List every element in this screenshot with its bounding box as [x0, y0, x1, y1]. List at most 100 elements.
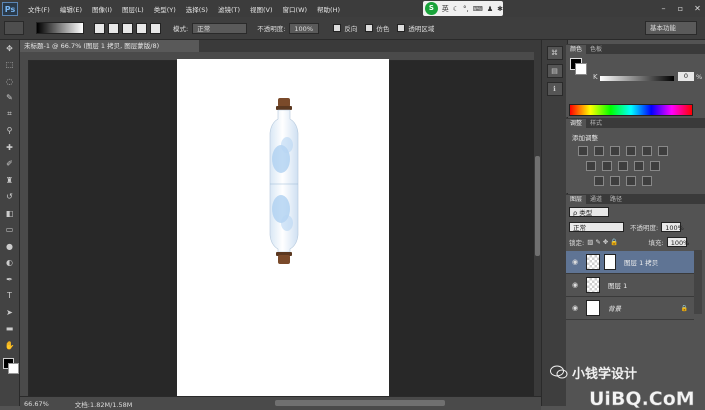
gradient-tool-icon[interactable]: ▭: [0, 222, 19, 239]
photo-filter-icon[interactable]: [618, 161, 628, 171]
keyboard-icon[interactable]: ⌨: [473, 5, 483, 13]
visibility-eye-icon[interactable]: ◉: [570, 281, 580, 289]
ime-toolbar[interactable]: S 英 ☾ °, ⌨ ♟ ✱: [423, 1, 503, 16]
maximize-icon[interactable]: ▫: [673, 1, 688, 16]
menu-help[interactable]: 帮助(H): [317, 4, 340, 14]
exposure-icon[interactable]: [626, 146, 636, 156]
menu-type[interactable]: 类型(Y): [154, 4, 176, 14]
tool-preset-picker[interactable]: [4, 21, 24, 35]
eyedropper-tool-icon[interactable]: ⚲: [0, 123, 19, 140]
layers-scrollbar[interactable]: [694, 250, 702, 314]
gradient-map-icon[interactable]: [642, 176, 652, 186]
reflected-gradient-icon[interactable]: [136, 22, 147, 34]
angle-gradient-icon[interactable]: [122, 22, 133, 34]
layer-mask-thumbnail[interactable]: [604, 254, 616, 270]
marquee-tool-icon[interactable]: ⬚: [0, 57, 19, 74]
color-swatches[interactable]: [3, 358, 19, 374]
tab-styles[interactable]: 样式: [586, 119, 606, 128]
k-value-input[interactable]: 0: [678, 72, 694, 81]
path-select-tool-icon[interactable]: ➤: [0, 304, 19, 321]
visibility-eye-icon[interactable]: ◉: [570, 258, 580, 266]
type-tool-icon[interactable]: T: [0, 288, 19, 305]
properties-icon[interactable]: ▤: [546, 64, 563, 78]
minimize-icon[interactable]: –: [656, 1, 671, 16]
tab-paths[interactable]: 路径: [606, 195, 626, 204]
hue-saturation-icon[interactable]: [658, 146, 668, 156]
opacity-input[interactable]: 100%: [289, 22, 320, 34]
menu-file[interactable]: 文件(F): [28, 4, 50, 14]
dither-checkbox[interactable]: [365, 24, 374, 32]
fill-input[interactable]: 100%: [666, 237, 689, 247]
healing-tool-icon[interactable]: ✚: [0, 139, 19, 156]
tab-adjustments[interactable]: 调整: [566, 119, 587, 128]
visibility-eye-icon[interactable]: ◉: [570, 304, 580, 312]
history-brush-tool-icon[interactable]: ↺: [0, 189, 19, 206]
layer-name[interactable]: 图层 1: [608, 280, 627, 290]
document-tab[interactable]: 未标题-1 @ 66.7% (图层 1 拷贝, 图层蒙版/8): [20, 40, 199, 52]
channel-mixer-icon[interactable]: [634, 161, 644, 171]
color-lookup-icon[interactable]: [650, 161, 660, 171]
menu-layer[interactable]: 图层(L): [122, 4, 144, 14]
workspace-select[interactable]: 基本功能: [645, 21, 697, 35]
mode-select[interactable]: 正常: [192, 22, 248, 34]
move-tool-icon[interactable]: ✥: [0, 40, 19, 57]
document-size[interactable]: 文档:1.82M/1.58M: [75, 399, 133, 409]
posterize-icon[interactable]: [610, 176, 620, 186]
invert-icon[interactable]: [594, 176, 604, 186]
menu-window[interactable]: 窗口(W): [283, 4, 308, 14]
document-canvas[interactable]: [177, 59, 389, 400]
brush-tool-icon[interactable]: ✐: [0, 156, 19, 173]
linear-gradient-icon[interactable]: [94, 22, 105, 34]
crop-tool-icon[interactable]: ⌗: [0, 106, 19, 123]
tab-swatches[interactable]: 色板: [586, 45, 606, 54]
curves-icon[interactable]: [610, 146, 620, 156]
tab-channels[interactable]: 通道: [586, 195, 606, 204]
background-color[interactable]: [8, 363, 19, 374]
info-icon[interactable]: ℹ: [546, 82, 563, 96]
black-white-icon[interactable]: [602, 161, 612, 171]
horizontal-scroll-thumb[interactable]: [275, 400, 445, 406]
zoom-level[interactable]: 66.67%: [24, 400, 49, 408]
shape-tool-icon[interactable]: ▬: [0, 321, 19, 338]
layer-filter-select[interactable]: ρ 类型: [569, 207, 609, 217]
eraser-tool-icon[interactable]: ◧: [0, 205, 19, 222]
menu-edit[interactable]: 编辑(E): [60, 4, 82, 14]
vertical-scrollbar[interactable]: [534, 52, 541, 396]
tab-color[interactable]: 颜色: [566, 45, 587, 54]
gradient-picker[interactable]: [36, 22, 84, 34]
pen-tool-icon[interactable]: ✒: [0, 271, 19, 288]
ruler-vertical[interactable]: [20, 60, 29, 396]
menu-select[interactable]: 选择(S): [186, 4, 208, 14]
layer-row-copy[interactable]: ◉ 图层 1 拷贝: [566, 251, 694, 274]
blend-mode-select[interactable]: 正常: [569, 222, 624, 232]
dodge-tool-icon[interactable]: ◐: [0, 255, 19, 272]
history-icon[interactable]: ⌘: [546, 46, 563, 60]
hand-tool-icon[interactable]: ✋: [0, 337, 19, 354]
brightness-icon[interactable]: [578, 146, 588, 156]
lock-icon[interactable]: ▨ ✎ ✥ 🔒: [587, 238, 618, 246]
menu-view[interactable]: 视图(V): [250, 4, 273, 14]
ime-mode[interactable]: 英: [442, 4, 449, 14]
panel-background-color[interactable]: [575, 63, 587, 75]
quick-select-tool-icon[interactable]: ✎: [0, 90, 19, 107]
layer-opacity-input[interactable]: 100%: [661, 222, 684, 232]
radial-gradient-icon[interactable]: [108, 22, 119, 34]
lasso-tool-icon[interactable]: ◌: [0, 73, 19, 90]
settings-icon[interactable]: ✱: [497, 5, 503, 13]
diamond-gradient-icon[interactable]: [150, 22, 161, 34]
menu-image[interactable]: 图像(I): [92, 4, 112, 14]
stamp-tool-icon[interactable]: ♜: [0, 172, 19, 189]
menu-filter[interactable]: 滤镜(T): [218, 4, 240, 14]
color-spectrum[interactable]: [569, 104, 693, 116]
transparency-checkbox[interactable]: [397, 24, 406, 32]
reverse-checkbox[interactable]: [333, 24, 342, 32]
moon-icon[interactable]: ☾: [453, 5, 459, 13]
user-icon[interactable]: ♟: [487, 5, 493, 13]
blur-tool-icon[interactable]: ●: [0, 238, 19, 255]
levels-icon[interactable]: [594, 146, 604, 156]
close-icon[interactable]: ✕: [690, 1, 705, 16]
vertical-scroll-thumb[interactable]: [535, 156, 540, 256]
layer-row-background[interactable]: ◉ 背景 🔒: [566, 297, 694, 320]
tab-layers[interactable]: 图层: [566, 195, 587, 204]
vibrance-icon[interactable]: [642, 146, 652, 156]
